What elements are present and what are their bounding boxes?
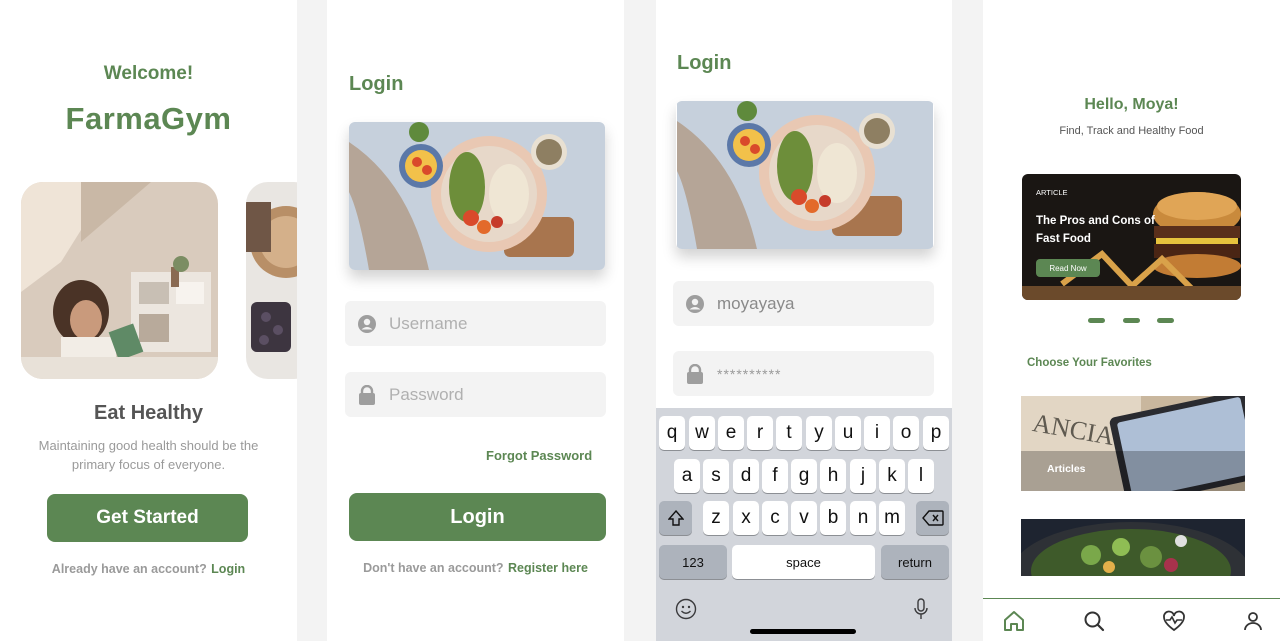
carousel-dot[interactable] [1123, 318, 1140, 323]
key-e[interactable]: e [718, 416, 744, 450]
login-title: Login [349, 73, 404, 95]
emoji-icon[interactable] [675, 598, 697, 625]
key-h[interactable]: h [820, 459, 846, 493]
shift-key[interactable] [659, 501, 692, 535]
key-p[interactable]: p [923, 416, 949, 450]
login-screen-empty: Login Username Forgot Password Login Don… [327, 0, 624, 641]
lock-icon [673, 363, 717, 384]
favorite-articles-card[interactable]: ANCIA Articles [1021, 396, 1245, 491]
key-t[interactable]: t [776, 416, 802, 450]
home-icon[interactable] [1002, 609, 1026, 633]
article-title: The Pros and Cons of Fast Food [1036, 215, 1155, 245]
shift-icon [667, 510, 684, 526]
lock-icon [345, 384, 389, 405]
username-input[interactable] [389, 313, 589, 334]
key-d[interactable]: d [733, 459, 759, 493]
bottom-tab-bar [983, 598, 1280, 641]
key-a[interactable]: a [674, 459, 700, 493]
login-title: Login [677, 52, 732, 74]
key-u[interactable]: u [835, 416, 861, 450]
key-v[interactable]: v [791, 501, 817, 535]
account-prompt-text: Already have an account? [51, 562, 207, 576]
key-i[interactable]: i [864, 416, 890, 450]
key-k[interactable]: k [879, 459, 905, 493]
key-c[interactable]: c [762, 501, 788, 535]
heart-pulse-icon[interactable] [1162, 609, 1186, 633]
password-input[interactable] [389, 384, 589, 405]
on-screen-keyboard: q w e r t y u i o p a s d f g h j k l z … [656, 408, 952, 641]
get-started-button[interactable]: Get Started [47, 494, 248, 542]
password-value[interactable]: ********** [717, 366, 781, 382]
food-banner-image [676, 101, 934, 249]
onboarding-screen: Welcome! FarmaGym Eat Healthy Maintainin… [0, 0, 297, 641]
register-link[interactable]: Register here [508, 561, 588, 575]
carousel-dot[interactable] [1157, 318, 1174, 323]
search-icon[interactable] [1082, 609, 1106, 633]
carousel-dot[interactable] [1088, 318, 1105, 323]
brand-title: FarmaGym [65, 101, 232, 136]
read-now-button[interactable]: Read Now [1036, 259, 1100, 277]
login-link[interactable]: Login [211, 562, 245, 576]
onboarding-photo [21, 182, 218, 379]
home-subtitle: Find, Track and Healthy Food [1059, 125, 1204, 137]
backspace-key[interactable] [916, 501, 949, 535]
key-m[interactable]: m [879, 501, 905, 535]
login-button[interactable]: Login [349, 493, 606, 541]
article-tag: ARTICLE [1036, 188, 1068, 197]
key-x[interactable]: x [733, 501, 759, 535]
key-s[interactable]: s [703, 459, 729, 493]
profile-icon[interactable] [1241, 609, 1265, 633]
welcome-text: Welcome! [103, 63, 194, 84]
key-o[interactable]: o [893, 416, 919, 450]
favorites-title: Choose Your Favorites [1027, 357, 1152, 369]
food-banner-image [349, 122, 605, 270]
favorite-food-card[interactable] [1021, 519, 1245, 576]
space-key[interactable]: space [732, 545, 875, 579]
key-j[interactable]: j [850, 459, 876, 493]
username-field[interactable]: moyayaya [673, 281, 934, 326]
register-prompt: Don't have an account? Register here [327, 559, 624, 577]
home-indicator [750, 629, 856, 634]
key-g[interactable]: g [791, 459, 817, 493]
return-key[interactable]: return [881, 545, 949, 579]
key-b[interactable]: b [820, 501, 846, 535]
username-field[interactable] [345, 301, 606, 346]
numbers-key[interactable]: 123 [659, 545, 727, 579]
key-n[interactable]: n [850, 501, 876, 535]
username-value[interactable]: moyayaya [717, 294, 794, 314]
password-field[interactable] [345, 372, 606, 417]
article-card[interactable]: ARTICLE The Pros and Cons of Fast Food R… [1022, 174, 1241, 300]
key-z[interactable]: z [703, 501, 729, 535]
key-l[interactable]: l [908, 459, 934, 493]
onboarding-title: Eat Healthy [94, 402, 203, 424]
key-y[interactable]: y [806, 416, 832, 450]
user-icon [345, 314, 389, 333]
forgot-password-link[interactable]: Forgot Password [486, 448, 592, 463]
home-screen: Hello, Moya! Find, Track and Healthy Foo… [983, 0, 1280, 641]
user-icon [673, 294, 717, 313]
key-r[interactable]: r [747, 416, 773, 450]
key-f[interactable]: f [762, 459, 788, 493]
favorite-articles-label: Articles [1047, 463, 1086, 475]
microphone-icon[interactable] [913, 598, 929, 625]
login-prompt: Already have an account? Login [0, 560, 297, 578]
login-screen-filled: Login moyayaya ********** q w e r t y u … [656, 0, 952, 641]
onboarding-description: Maintaining good health should be the pr… [38, 438, 259, 472]
register-prompt-text: Don't have an account? [363, 561, 504, 575]
greeting-text: Hello, Moya! [1084, 96, 1179, 113]
backspace-icon [921, 510, 944, 526]
key-w[interactable]: w [689, 416, 715, 450]
onboarding-photo-next[interactable] [246, 182, 297, 379]
key-q[interactable]: q [659, 416, 685, 450]
password-field[interactable]: ********** [673, 351, 934, 396]
